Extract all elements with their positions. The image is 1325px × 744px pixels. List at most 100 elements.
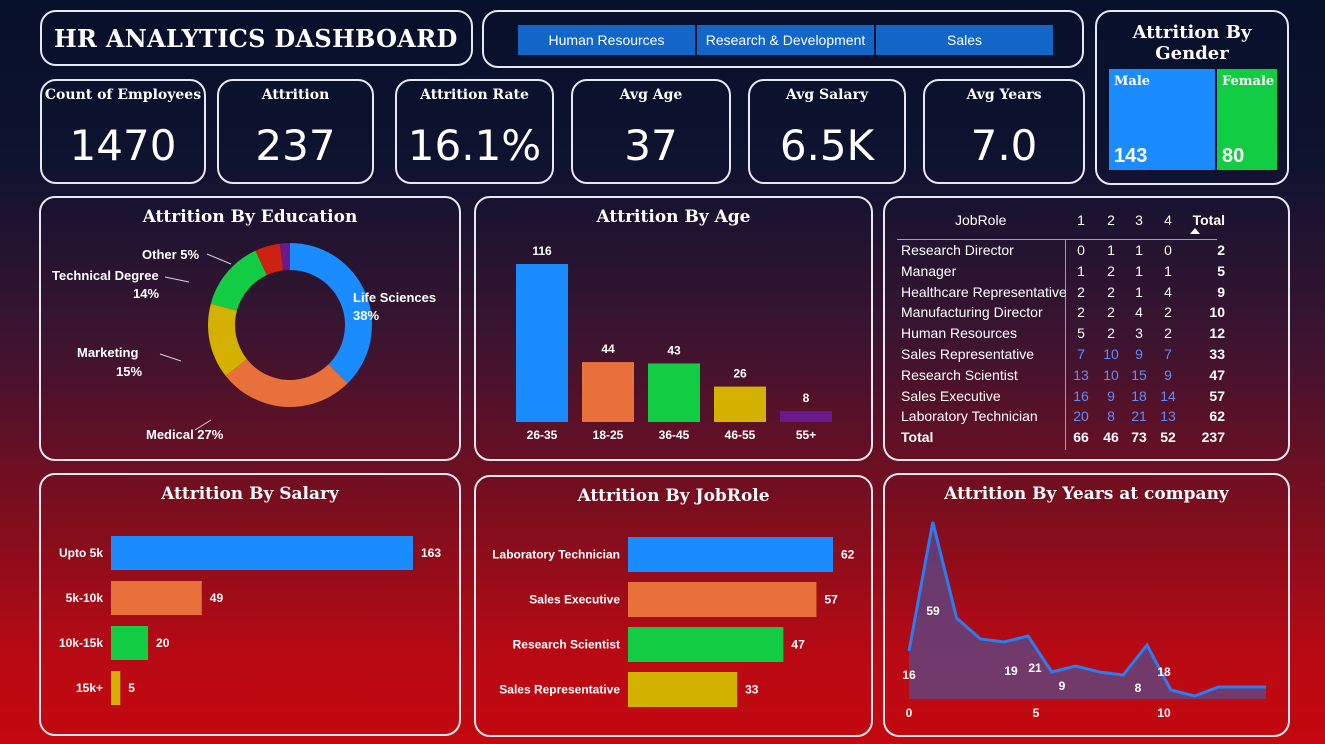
jobrole-bar-value: 62 [841, 548, 855, 562]
matrix-cell: 9 [1135, 346, 1143, 362]
age-bar-value: 44 [601, 342, 615, 356]
sort-ascending-icon[interactable] [1190, 228, 1200, 234]
kpi-value: 237 [255, 121, 336, 170]
kpi-value: 7.0 [970, 121, 1038, 170]
jobrole-category-label: Sales Executive [529, 593, 620, 607]
department-slicer: Human Resources Research & Development S… [482, 10, 1084, 68]
salary-category-label: 15k+ [76, 681, 103, 695]
matrix-cell: 21 [1131, 408, 1147, 425]
matrix-row-label: Research Scientist [901, 366, 1018, 383]
kpi-attrition: Attrition 237 [217, 79, 374, 184]
slicer-human-resources-button[interactable]: Human Resources [518, 25, 695, 55]
matrix-cell: 2 [1107, 325, 1115, 342]
age-bar-value: 8 [803, 391, 810, 405]
attrition-by-jobrole-panel: Attrition By JobRole Laboratory Technici… [474, 475, 873, 737]
jobrole-category-label: Sales Representative [499, 683, 620, 697]
matrix-header: 3 [1135, 212, 1143, 228]
kpi-label: Count of Employees [44, 87, 202, 103]
matrix-row-total: 33 [1209, 346, 1225, 362]
matrix-cell: 9 [1107, 387, 1115, 404]
slicer-sales-button[interactable]: Sales [876, 25, 1053, 55]
gender-male-box[interactable]: Male 143 [1109, 69, 1215, 170]
gender-male-label: Male [1114, 74, 1151, 89]
age-bar-value: 43 [667, 343, 681, 357]
matrix-cell: 4 [1135, 304, 1143, 321]
kpi-count-of-employees: Count of Employees 1470 [40, 79, 206, 184]
education-donut-chart: Life Sciences 38% Medical 27% Marketing 15% T… [52, 243, 436, 442]
matrix-cell: 13 [1073, 366, 1089, 383]
donut-slice [210, 250, 267, 311]
chart-title: Attrition By Gender [1132, 22, 1252, 64]
donut-label: 14% [133, 286, 159, 301]
age-category-label: 36-45 [659, 428, 690, 442]
kpi-value: 1470 [69, 121, 177, 170]
matrix-row-label: Human Resources [901, 325, 1017, 342]
matrix-row-label: Manager [901, 262, 957, 279]
matrix-cell: 9 [1164, 366, 1172, 383]
page-title: HR ANALYTICS DASHBOARD [54, 24, 458, 53]
kpi-label: Avg Years [966, 87, 1042, 103]
donut-label: Life Sciences [353, 290, 436, 305]
age-bar [714, 386, 766, 422]
matrix-cell: 4 [1164, 283, 1172, 300]
matrix-cell: 16 [1073, 387, 1089, 404]
attrition-by-age-panel: Attrition By Age 116 26-35 44 18-25 43 36-45 2… [474, 196, 873, 461]
jobrole-bar-value: 57 [824, 593, 838, 607]
age-bar-chart: 116 26-35 44 18-25 43 36-45 26 46-55 8 55+ [516, 244, 832, 442]
matrix-cell: 8 [1107, 408, 1115, 425]
title-panel: HR ANALYTICS DASHBOARD [40, 10, 473, 66]
matrix-cell: 18 [1131, 387, 1147, 404]
years-area-chart: 16 59 19 21 9 8 18 0 5 10 [902, 521, 1266, 720]
salary-category-label: 10k-15k [59, 636, 103, 650]
salary-bar [111, 581, 202, 615]
years-x-tick: 5 [1033, 706, 1040, 720]
salary-bar-value: 20 [156, 636, 170, 650]
matrix-cell: 10 [1103, 366, 1119, 383]
kpi-label: Avg Salary [785, 87, 869, 103]
years-point-label: 18 [1157, 665, 1171, 679]
years-point-label: 8 [1135, 681, 1142, 695]
matrix-row-total: 9 [1217, 283, 1225, 300]
donut-label: Other 5% [142, 247, 200, 262]
years-point-label: 9 [1059, 679, 1066, 693]
jobrole-category-label: Research Scientist [513, 638, 620, 652]
age-category-label: 18-25 [593, 428, 624, 442]
matrix-row-label: Manufacturing Director [901, 304, 1043, 321]
salary-bar-value: 49 [210, 591, 224, 605]
donut-label: Medical 27% [146, 427, 224, 442]
kpi-value: 16.1% [407, 121, 542, 170]
attrition-by-years-panel: Attrition By Years at company 16 59 19 21 9 8… [883, 473, 1290, 737]
matrix-cell: 66 [1073, 429, 1089, 446]
attrition-by-gender-panel: Attrition By Gender Male 143 Female 80 [1095, 10, 1289, 185]
kpi-avg-salary: Avg Salary 6.5K [748, 79, 906, 184]
matrix-cell: 1 [1135, 262, 1143, 279]
matrix-row-label: Sales Executive [901, 387, 1001, 404]
donut-slice [225, 359, 348, 407]
matrix-row-label: Sales Representative [901, 346, 1035, 362]
years-x-tick: 10 [1157, 706, 1171, 720]
matrix-cell: 14 [1160, 387, 1176, 404]
matrix-header: JobRole [955, 212, 1007, 228]
matrix-cell: 2 [1164, 325, 1172, 342]
matrix-cell: 3 [1135, 325, 1143, 342]
matrix-total-label: Total [901, 429, 934, 446]
matrix-cell: 1 [1135, 242, 1143, 258]
salary-category-label: Upto 5k [59, 546, 103, 560]
matrix-column-divider [1065, 240, 1066, 450]
matrix-row-label: Research Director [901, 242, 1014, 258]
matrix-cell: 73 [1131, 429, 1147, 446]
matrix-cell: 5 [1077, 325, 1085, 342]
donut-label: 15% [116, 364, 142, 379]
matrix-cell: 1 [1107, 242, 1115, 258]
matrix-row-total: 2 [1217, 242, 1225, 258]
slicer-research-development-button[interactable]: Research & Development [697, 25, 874, 55]
jobrole-bar [628, 672, 738, 707]
matrix-cell: 2 [1077, 304, 1085, 321]
matrix-cell: 7 [1077, 346, 1085, 362]
gender-female-box[interactable]: Female 80 [1217, 69, 1277, 170]
gender-male-value: 143 [1114, 145, 1148, 167]
matrix-cell: 15 [1131, 366, 1147, 383]
years-area-fill [909, 522, 1266, 699]
matrix-cell: 20 [1073, 408, 1089, 425]
kpi-value: 37 [624, 121, 678, 170]
